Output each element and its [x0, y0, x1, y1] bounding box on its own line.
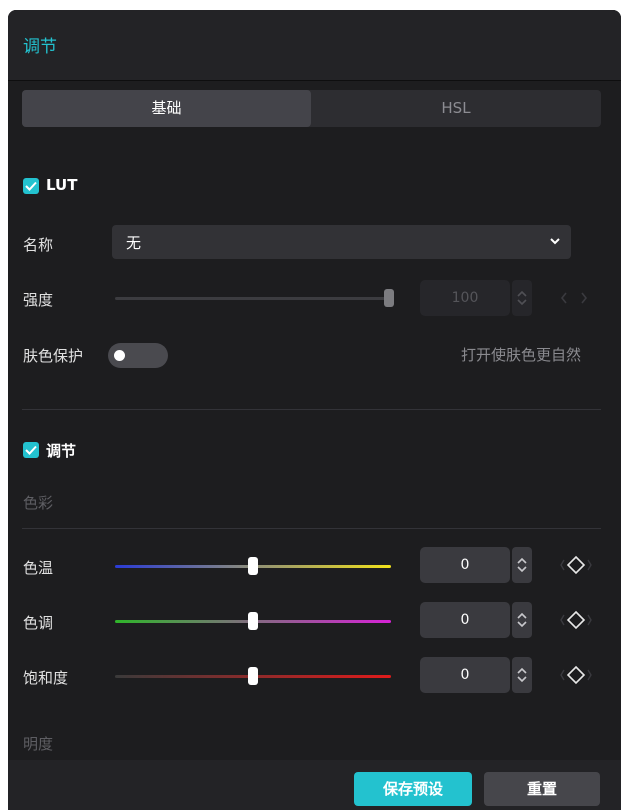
adjust-panel: 调节 基础 HSL LUT 名称 无 强度 100 肤色保护 打开使肤色更自然 … [8, 10, 621, 810]
tab-basic[interactable]: 基础 [22, 90, 311, 127]
slider-stepper[interactable] [512, 547, 532, 583]
strength-slider-thumb[interactable] [384, 289, 394, 307]
slider-thumb[interactable] [248, 667, 258, 685]
keyframe-nav-icon[interactable] [552, 280, 596, 316]
tab-bar: 基础 HSL [22, 90, 601, 127]
slider-value-input[interactable]: 0 [420, 602, 510, 638]
group-divider [22, 528, 601, 529]
strength-input[interactable]: 100 [420, 280, 510, 316]
reset-button[interactable]: 重置 [484, 772, 600, 806]
slider-label: 色调 [23, 614, 54, 632]
chevron-down-icon [550, 238, 560, 245]
keyframe-diamond-icon[interactable] [558, 602, 594, 638]
strength-label: 强度 [23, 291, 54, 309]
stepper-arrows-icon [517, 612, 527, 628]
slider-value-input[interactable]: 0 [420, 657, 510, 693]
tab-hsl[interactable]: HSL [311, 90, 601, 127]
skin-protect-toggle[interactable] [108, 343, 168, 368]
lut-name-value: 无 [126, 234, 142, 252]
color-group-label: 色彩 [23, 494, 54, 512]
slider-thumb[interactable] [248, 557, 258, 575]
lut-checkbox[interactable] [23, 178, 39, 194]
stepper-arrows-icon [517, 667, 527, 683]
adjust-section-title: 调节 [46, 442, 77, 460]
keyframe-diamond-icon[interactable] [558, 657, 594, 693]
slider-stepper[interactable] [512, 602, 532, 638]
toggle-knob [114, 350, 125, 361]
slider-stepper[interactable] [512, 657, 532, 693]
lut-name-select[interactable]: 无 [112, 225, 571, 259]
adjust-checkbox[interactable] [23, 442, 39, 458]
panel-title: 调节 [23, 37, 57, 57]
strength-slider-track[interactable] [115, 297, 391, 300]
save-preset-button[interactable]: 保存预设 [354, 772, 472, 806]
section-divider [22, 409, 601, 410]
lut-section-title: LUT [46, 176, 78, 194]
brightness-group-label: 明度 [23, 735, 54, 753]
skin-protect-label: 肤色保护 [23, 347, 84, 365]
check-icon [25, 445, 37, 455]
slider-value-input[interactable]: 0 [420, 547, 510, 583]
panel-footer: 保存预设 重置 [8, 760, 621, 810]
keyframe-diamond-icon[interactable] [558, 547, 594, 583]
strength-stepper[interactable] [512, 280, 532, 316]
name-label: 名称 [23, 236, 54, 254]
check-icon [25, 181, 37, 191]
slider-label: 色温 [23, 559, 54, 577]
slider-label: 饱和度 [23, 669, 69, 687]
skin-protect-hint: 打开使肤色更自然 [460, 346, 581, 364]
stepper-arrows-icon [517, 557, 527, 573]
slider-thumb[interactable] [248, 612, 258, 630]
panel-header: 调节 [8, 10, 621, 81]
stepper-arrows-icon [517, 290, 527, 306]
